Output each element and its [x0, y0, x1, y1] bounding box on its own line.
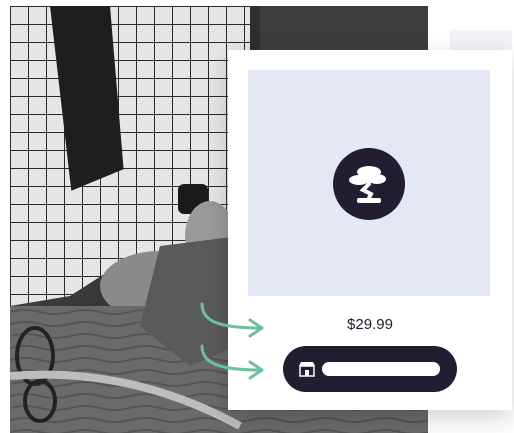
- arrow-icon: [200, 302, 264, 380]
- storefront-icon: [298, 360, 316, 378]
- product-image: [248, 70, 490, 296]
- store-input-field[interactable]: [322, 362, 440, 376]
- bonsai-tree-icon: [333, 148, 405, 220]
- store-input-bar[interactable]: [283, 346, 457, 392]
